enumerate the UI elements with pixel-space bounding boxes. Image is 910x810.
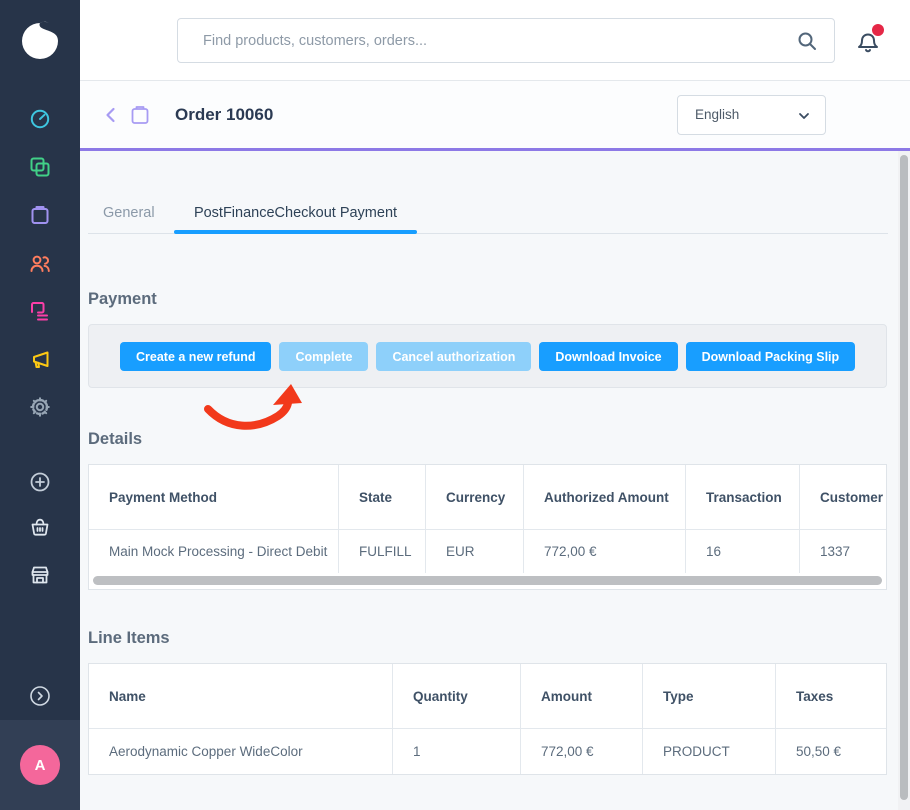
line-item-row[interactable]: Aerodynamic Copper WideColor 1 772,00 € … <box>89 729 886 774</box>
tab-general[interactable]: General <box>103 193 155 233</box>
complete-button[interactable]: Complete <box>279 342 368 371</box>
active-tab-underline <box>174 230 417 234</box>
global-search <box>177 18 835 63</box>
shopware-admin-window: A <box>0 0 910 810</box>
line-items-heading: Line Items <box>88 629 170 648</box>
details-horizontal-scrollbar[interactable] <box>93 576 882 585</box>
line-items-header-row: Name Quantity Amount Type Taxes <box>89 664 886 729</box>
payment-heading: Payment <box>88 290 157 309</box>
search-input[interactable] <box>178 19 834 62</box>
sidebar-item-orders[interactable] <box>29 204 51 226</box>
notification-badge <box>872 24 884 36</box>
sidebar-item-storefront[interactable] <box>29 564 51 586</box>
language-select[interactable]: English <box>677 95 826 135</box>
create-refund-button[interactable]: Create a new refund <box>120 342 271 371</box>
details-row[interactable]: Main Mock Processing - Direct Debit FULF… <box>89 530 886 573</box>
cell-customer: 1337 <box>800 530 886 573</box>
cell-type: PRODUCT <box>643 729 776 774</box>
cell-amount: 772,00 € <box>521 729 643 774</box>
sidebar-item-catalogues[interactable] <box>29 156 51 178</box>
chevron-down-icon <box>797 109 811 123</box>
cell-state: FULFILL <box>339 530 426 573</box>
sidebar-item-content[interactable] <box>29 300 51 322</box>
vertical-scrollbar[interactable] <box>900 155 908 800</box>
details-horizontal-scrollbar-track <box>89 573 886 589</box>
user-avatar[interactable]: A <box>20 745 60 785</box>
col-amount: Amount <box>521 664 643 728</box>
col-currency: Currency <box>426 465 524 529</box>
col-state: State <box>339 465 426 529</box>
cell-name: Aerodynamic Copper WideColor <box>89 729 393 774</box>
order-detail-content: General PostFinanceCheckout Payment Paym… <box>80 151 898 810</box>
cancel-authorization-button[interactable]: Cancel authorization <box>376 342 531 371</box>
sidebar-item-add-extension[interactable] <box>29 471 51 493</box>
col-taxes: Taxes <box>776 664 886 728</box>
col-payment-method: Payment Method <box>89 465 339 529</box>
col-transaction: Transaction <box>686 465 800 529</box>
vertical-scrollbar-track <box>898 151 910 810</box>
main-sidebar: A <box>0 0 80 810</box>
sidebar-item-dashboard[interactable] <box>29 108 51 130</box>
download-invoice-button[interactable]: Download Invoice <box>539 342 677 371</box>
payment-actions-panel: Create a new refund Complete Cancel auth… <box>88 324 887 388</box>
sidebar-item-expand-menu[interactable] <box>29 685 51 707</box>
search-icon[interactable] <box>796 30 818 52</box>
cell-authorized-amount: 772,00 € <box>524 530 686 573</box>
download-packing-slip-button[interactable]: Download Packing Slip <box>686 342 856 371</box>
col-authorized-amount: Authorized Amount <box>524 465 686 529</box>
back-button[interactable] <box>101 105 121 125</box>
red-arrow-annotation <box>200 382 312 442</box>
top-bar <box>80 0 910 81</box>
details-table: Payment Method State Currency Authorized… <box>88 464 887 590</box>
col-type: Type <box>643 664 776 728</box>
language-select-value: English <box>695 107 739 122</box>
sidebar-item-shop-basket[interactable] <box>29 516 51 538</box>
order-module-icon <box>129 104 151 126</box>
page-title: Order 10060 <box>175 105 273 125</box>
col-customer: Customer <box>800 465 886 529</box>
sidebar-item-customers[interactable] <box>29 252 51 274</box>
cell-taxes: 50,50 € <box>776 729 886 774</box>
sidebar-item-settings[interactable] <box>29 396 51 418</box>
cell-payment-method: Main Mock Processing - Direct Debit <box>89 530 339 573</box>
notification-bell-icon[interactable] <box>854 27 882 55</box>
details-heading: Details <box>88 430 142 449</box>
tab-postfinancecheckout-payment[interactable]: PostFinanceCheckout Payment <box>174 193 417 233</box>
cell-transaction: 16 <box>686 530 800 573</box>
cell-currency: EUR <box>426 530 524 573</box>
sidebar-item-marketing[interactable] <box>29 348 51 370</box>
cell-quantity: 1 <box>393 729 521 774</box>
smart-bar: Order 10060 English <box>80 81 910 151</box>
col-name: Name <box>89 664 393 728</box>
details-header-row: Payment Method State Currency Authorized… <box>89 465 886 530</box>
col-quantity: Quantity <box>393 664 521 728</box>
line-items-table: Name Quantity Amount Type Taxes Aerodyna… <box>88 663 887 775</box>
shopware-logo-icon[interactable] <box>20 21 60 61</box>
